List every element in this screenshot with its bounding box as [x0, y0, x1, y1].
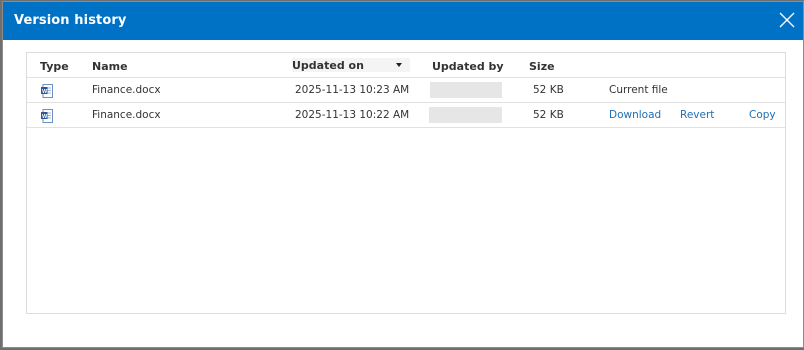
dialog-titlebar: Version history	[3, 2, 803, 40]
word-document-icon: W	[41, 108, 53, 123]
sort-descending-icon[interactable]	[396, 63, 402, 67]
file-size: 52 KB	[533, 84, 564, 96]
file-size: 52 KB	[533, 109, 564, 121]
updated-by-redacted	[430, 82, 502, 98]
dialog-title: Version history	[14, 13, 127, 28]
table-header-row: Type Name Updated on Updated by Size	[27, 53, 785, 78]
close-icon[interactable]	[778, 11, 796, 29]
table-row[interactable]: W Finance.docx 2025-11-13 10:22 AM 52 KB…	[27, 103, 785, 128]
header-size[interactable]: Size	[529, 60, 555, 73]
version-list: Type Name Updated on Updated by Size W F…	[26, 52, 786, 314]
svg-text:W: W	[42, 114, 48, 120]
table-row[interactable]: W Finance.docx 2025-11-13 10:23 AM 52 KB…	[27, 78, 785, 103]
header-name[interactable]: Name	[92, 60, 128, 73]
download-link[interactable]: Download	[609, 109, 661, 121]
svg-text:W: W	[42, 89, 48, 95]
file-name: Finance.docx	[92, 109, 161, 121]
updated-by-redacted	[429, 107, 502, 123]
word-document-icon: W	[41, 83, 53, 98]
header-updated-on[interactable]: Updated on	[292, 59, 364, 72]
file-name: Finance.docx	[92, 84, 161, 96]
updated-on: 2025-11-13 10:23 AM	[295, 84, 410, 96]
header-type[interactable]: Type	[40, 60, 69, 73]
current-file-label: Current file	[609, 84, 668, 96]
updated-on: 2025-11-13 10:22 AM	[295, 109, 410, 121]
header-updated-by[interactable]: Updated by	[432, 60, 504, 73]
version-history-dialog: Version history Type Name Updated on Upd…	[2, 1, 804, 348]
copy-link[interactable]: Copy	[749, 109, 776, 121]
revert-link[interactable]: Revert	[680, 109, 714, 121]
